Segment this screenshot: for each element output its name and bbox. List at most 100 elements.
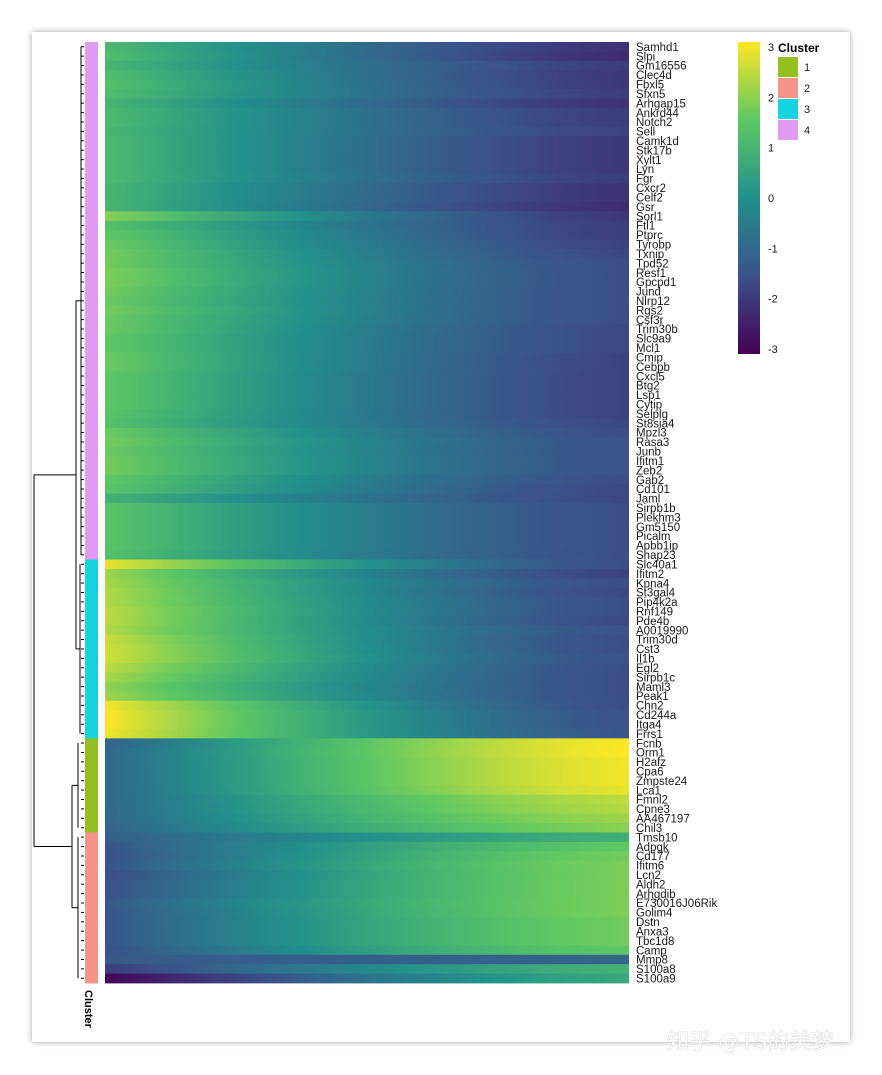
heatmap-row <box>105 973 629 984</box>
cluster-annotation-cell <box>85 484 98 495</box>
heatmap-row <box>105 324 629 335</box>
cluster-annotation-cell <box>85 841 98 852</box>
heatmap-row <box>105 211 629 222</box>
cluster-annotation-cell <box>85 286 98 297</box>
cluster-annotation-cell <box>85 597 98 607</box>
heatmap-row <box>105 625 629 636</box>
heatmap-row <box>105 691 629 702</box>
cluster-legend-label: 1 <box>804 62 810 74</box>
colorbar-tick-label: 1 <box>768 143 774 155</box>
gene-labels: Samhd1SlpiGm16556Clec4dFbxl5Sfxn5Arhgap1… <box>636 42 717 986</box>
cluster-annotation-cell <box>85 945 98 956</box>
heatmap-row <box>105 898 629 909</box>
cluster-annotation-cell <box>85 456 98 466</box>
heatmap-row <box>105 521 629 532</box>
colorbar-tick-label: -2 <box>768 294 778 306</box>
heatmap-row <box>105 117 629 128</box>
heatmap-row <box>105 634 629 645</box>
heatmap-row <box>105 917 629 927</box>
heatmap-row <box>105 653 629 664</box>
heatmap-row <box>105 578 629 589</box>
cluster-annotation-cell <box>85 832 98 843</box>
heatmap-row <box>105 201 629 212</box>
cluster-legend-title: Cluster <box>778 41 820 55</box>
heatmap-row <box>105 823 629 833</box>
cluster-annotation-bar <box>85 42 98 984</box>
cluster-annotation-cell <box>85 220 98 231</box>
heatmap-row <box>105 841 629 852</box>
heatmap-row <box>105 305 629 316</box>
cluster-annotation-cell <box>85 634 98 645</box>
cluster-annotation-cell <box>85 550 98 560</box>
heatmap-row <box>105 813 629 824</box>
heatmap-row <box>105 399 629 410</box>
cluster-annotation-cell <box>85 211 98 222</box>
cluster-annotation-cell <box>85 296 98 306</box>
cluster-annotation-cell <box>85 136 98 146</box>
heatmap-row <box>105 60 629 71</box>
cluster-annotation-cell <box>85 917 98 927</box>
heatmap-row <box>105 531 629 542</box>
heatmap-row <box>105 775 629 786</box>
cluster-annotation-cell <box>85 813 98 824</box>
colorbar-tick-label: 2 <box>768 92 774 104</box>
cluster-annotation-cell <box>85 785 98 796</box>
cluster-legend-label: 4 <box>804 125 810 137</box>
heatmap-row <box>105 126 629 137</box>
cluster-annotation-cell <box>85 964 98 974</box>
cluster-annotation-cell <box>85 700 98 711</box>
cluster-annotation-cell <box>85 710 98 720</box>
cluster-annotation-cell <box>85 164 98 175</box>
heatmap-row <box>105 465 629 476</box>
colorbar-tick-label: -3 <box>768 344 778 356</box>
heatmap-row <box>105 832 629 843</box>
heatmap-row <box>105 70 629 81</box>
cluster-annotation-cell <box>85 907 98 918</box>
cluster-annotation-cell <box>85 503 98 513</box>
cluster-annotation-cell <box>85 79 98 90</box>
cluster-annotation-cell <box>85 277 98 288</box>
heatmap-row <box>105 427 629 438</box>
heatmap-row <box>105 239 629 250</box>
heatmap-row <box>105 540 629 551</box>
colorbar-tick-label: -1 <box>768 243 778 255</box>
heatmap-row <box>105 493 629 504</box>
cluster-annotation-cell <box>85 117 98 128</box>
heatmap-row <box>105 145 629 156</box>
heatmap-row <box>105 296 629 306</box>
heatmap-row <box>105 672 629 683</box>
cluster-annotation-cell <box>85 578 98 589</box>
heatmap-row <box>105 173 629 184</box>
cluster-annotation-cell <box>85 173 98 184</box>
cluster-annotation-cell <box>85 437 98 448</box>
heatmap-row <box>105 559 629 570</box>
heatmap-row <box>105 484 629 495</box>
heatmap-row <box>105 964 629 974</box>
colorbar-gradient <box>738 42 760 354</box>
cluster-annotation-cell <box>85 70 98 81</box>
heatmap-row <box>105 333 629 344</box>
cluster-annotation-cell <box>85 258 98 269</box>
heatmap-row <box>105 644 629 655</box>
cluster-annotation-cell <box>85 568 98 579</box>
cluster-annotation-cell <box>85 474 98 485</box>
heatmap-body <box>105 42 629 984</box>
cluster-annotation-cell <box>85 239 98 250</box>
cluster-annotation-cell <box>85 625 98 636</box>
heatmap-row <box>105 183 629 193</box>
cluster-annotation-cell <box>85 587 98 598</box>
heatmap-row <box>105 361 629 372</box>
colorbar-tick-label: 0 <box>768 193 774 205</box>
cluster-annotation-cell <box>85 540 98 551</box>
watermark-text: 知乎 @TS的美梦 <box>667 1030 833 1055</box>
cluster-legend-swatch <box>778 57 798 77</box>
heatmap-row <box>105 107 629 118</box>
heatmap-row <box>105 757 629 767</box>
gene-label: S100a9 <box>636 974 676 986</box>
heatmap-row <box>105 851 629 862</box>
heatmap-row <box>105 587 629 598</box>
cluster-annotation-cell <box>85 521 98 532</box>
heatmap-row <box>105 136 629 146</box>
cluster-annotation-cell <box>85 870 98 880</box>
cluster-annotation-cell <box>85 380 98 391</box>
